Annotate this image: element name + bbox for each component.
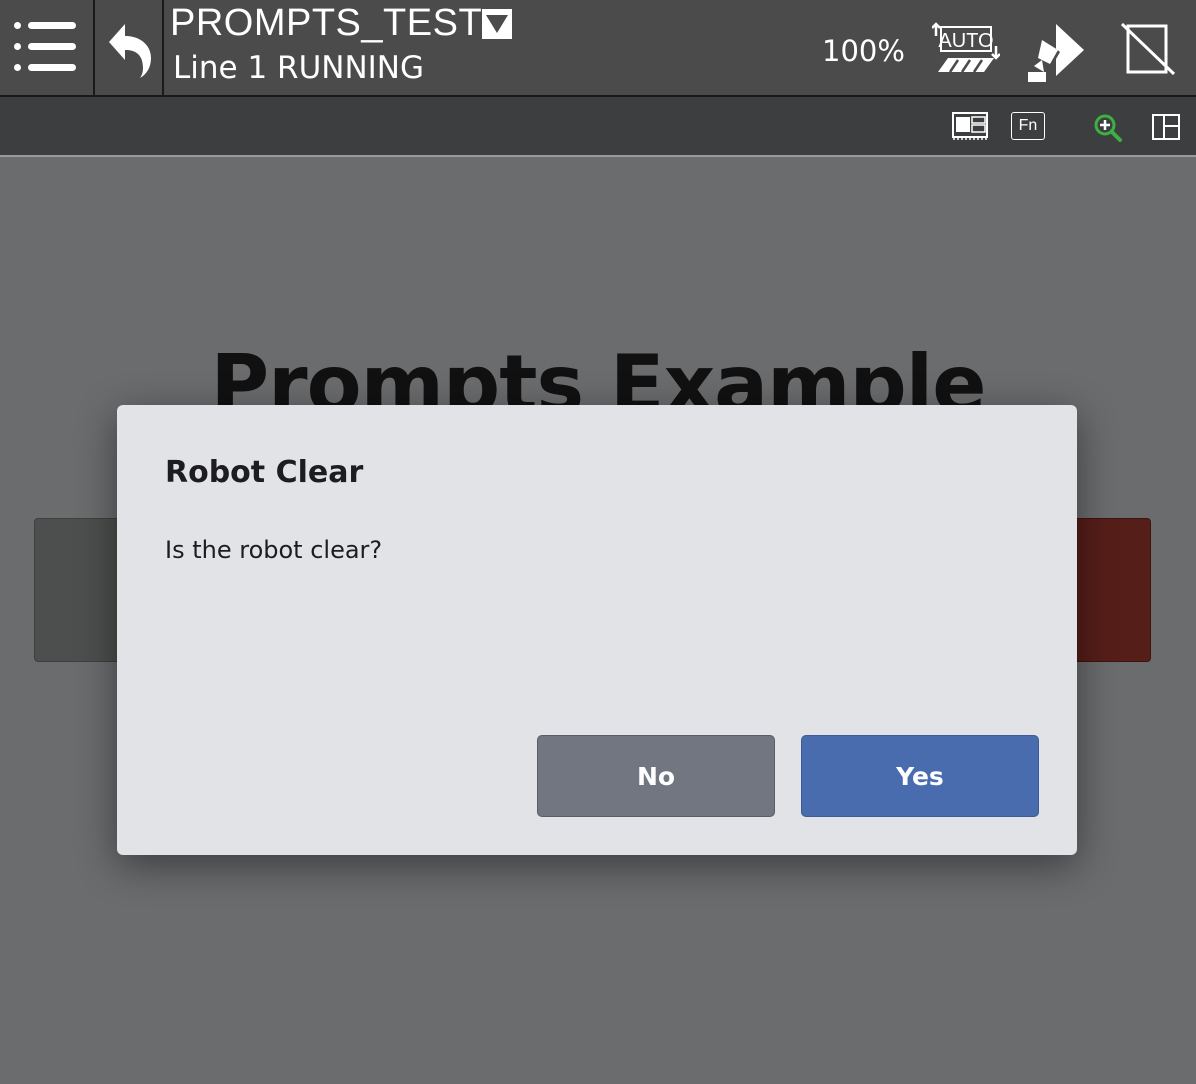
- screen-layout-icon[interactable]: [952, 112, 988, 140]
- prompt-dialog: Robot Clear Is the robot clear? No Yes: [117, 405, 1077, 855]
- program-status: Line 1 RUNNING: [173, 50, 424, 86]
- no-button[interactable]: No: [537, 735, 775, 817]
- speed-override[interactable]: 100%: [822, 34, 905, 68]
- yes-button[interactable]: Yes: [801, 735, 1039, 817]
- back-button[interactable]: [95, 0, 164, 95]
- auto-mode-icon[interactable]: AUTO: [932, 22, 1000, 74]
- main-menu-button[interactable]: [0, 0, 95, 95]
- split-view-icon[interactable]: [1152, 114, 1180, 140]
- program-name: PROMPTS_TEST: [170, 2, 483, 44]
- zoom-in-icon[interactable]: [1093, 113, 1123, 143]
- auto-mode-label: AUTO: [938, 30, 993, 52]
- dialog-title: Robot Clear: [165, 455, 364, 490]
- fn-key-icon[interactable]: Fn: [1011, 112, 1045, 140]
- secondary-toolbar: Fn: [0, 97, 1196, 157]
- status-bar: PROMPTS_TEST Line 1 RUNNING 100% AUTO: [0, 0, 1196, 97]
- dropdown-triangle-icon: [482, 9, 513, 39]
- undo-arrow-icon: [109, 24, 151, 78]
- robot-run-icon[interactable]: [1026, 20, 1086, 84]
- tablet-disabled-icon[interactable]: [1120, 22, 1176, 76]
- program-selector[interactable]: PROMPTS_TEST: [170, 2, 513, 45]
- dialog-message: Is the robot clear?: [165, 536, 383, 564]
- fn-label: Fn: [1018, 117, 1038, 134]
